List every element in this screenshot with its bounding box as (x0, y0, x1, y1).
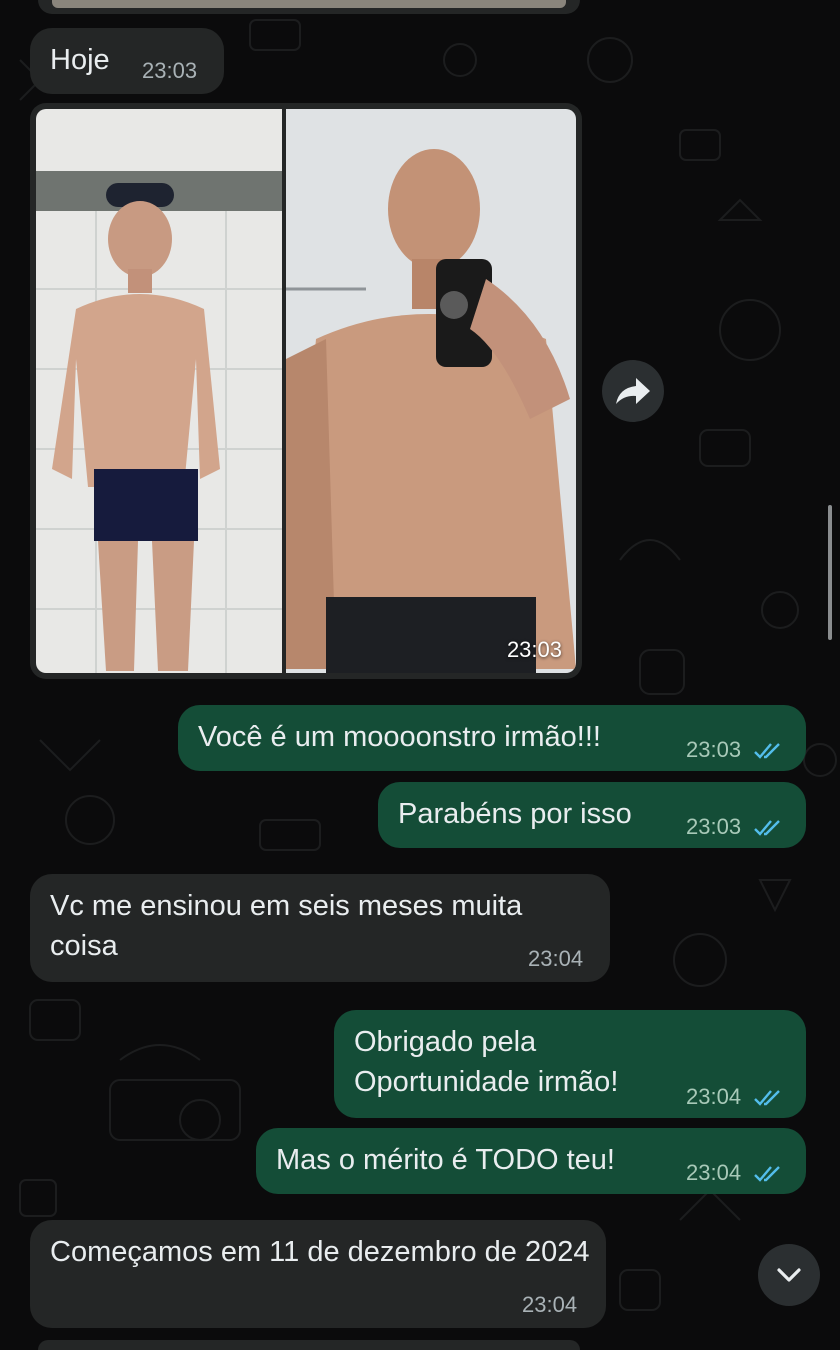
read-receipt-icon (754, 820, 781, 836)
read-receipt-icon (754, 743, 781, 759)
message-hoje[interactable]: Hoje 23:03 (30, 28, 224, 94)
photo-time: 23:03 (506, 637, 562, 662)
before-photo (36, 109, 282, 673)
message-time: 23:04 (686, 1084, 783, 1110)
forward-arrow-icon (616, 378, 650, 404)
message-time: 23:03 (686, 737, 783, 763)
before-after-photo[interactable]: 23:03 (36, 109, 576, 673)
message-time: 23:03 (686, 814, 783, 840)
message-time: 23:04 (686, 1160, 783, 1186)
read-receipt-icon (754, 1166, 781, 1182)
scroll-to-bottom-button[interactable] (758, 1244, 820, 1306)
message-text: Você é um moooonstro irmão!!! (198, 721, 601, 753)
scrollbar-thumb[interactable] (828, 505, 832, 640)
message-outgoing-1[interactable]: Você é um moooonstro irmão!!! 23:03 (178, 705, 806, 771)
forward-button[interactable] (602, 360, 664, 422)
message-time: 23:03 (142, 58, 198, 83)
after-photo (286, 109, 576, 673)
message-incoming-2[interactable]: Começamos em 11 de dezembro de 2024 23:0… (30, 1220, 606, 1328)
message-text: Obrigado pela Oportunidade irmão! (354, 1026, 619, 1098)
next-message-fragment (38, 1340, 580, 1350)
message-text: Começamos em 11 de dezembro de 2024 (50, 1236, 590, 1268)
read-receipt-icon (754, 1090, 781, 1106)
chevron-down-icon (777, 1268, 801, 1282)
message-text: Vc me ensinou em seis meses muita coisa (50, 890, 523, 962)
message-text: Parabéns por isso (398, 798, 632, 830)
message-time: 23:04 (522, 1292, 578, 1317)
message-text: Hoje (50, 44, 110, 76)
message-text: Mas o mérito é TODO teu! (276, 1144, 615, 1176)
message-outgoing-3[interactable]: Obrigado pela Oportunidade irmão! 23:04 (334, 1010, 806, 1118)
message-outgoing-2[interactable]: Parabéns por isso 23:03 (378, 782, 806, 848)
message-time: 23:04 (528, 946, 584, 971)
photo-message[interactable]: 23:03 (30, 103, 582, 679)
message-outgoing-4[interactable]: Mas o mérito é TODO teu! 23:04 (256, 1128, 806, 1194)
previous-message-fragment (38, 0, 580, 14)
message-incoming-1[interactable]: Vc me ensinou em seis meses muita coisa … (30, 874, 610, 982)
